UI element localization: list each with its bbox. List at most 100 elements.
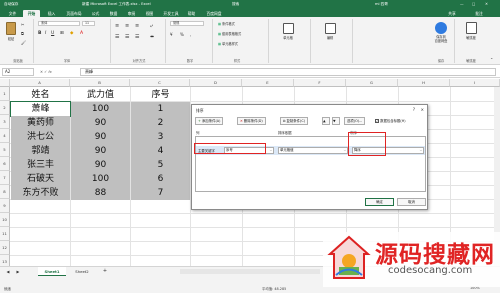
table-row-cell[interactable]: 张三丰 xyxy=(11,158,70,172)
search-label[interactable]: 搜索 xyxy=(232,2,239,7)
copy-level-button[interactable]: ⧉ 复制条件(C) xyxy=(280,117,309,125)
has-headers-checkbox[interactable]: ✓ 数据包含标题(H) xyxy=(375,118,406,123)
header-cell-index[interactable]: 序号 xyxy=(131,88,190,102)
header-cell-power[interactable]: 武力值 xyxy=(71,88,130,102)
sort-on-select[interactable]: 单元格值 ⌵ xyxy=(278,147,348,154)
wrap-text-icon[interactable]: ⤶ xyxy=(150,23,153,29)
tab-baidu[interactable]: 百度网盘 xyxy=(202,10,226,17)
table-row-cell[interactable]: 黄药师 xyxy=(11,116,70,130)
row-header-5[interactable]: 5 xyxy=(0,143,10,157)
add-sheet-button[interactable]: + xyxy=(100,267,110,276)
table-row-cell[interactable]: 4 xyxy=(131,144,190,158)
options-button[interactable]: 选项(O)... xyxy=(344,117,366,125)
cancel-button[interactable]: 取消 xyxy=(397,198,426,206)
formula-input[interactable]: 萧峰 xyxy=(80,68,496,76)
currency-icon[interactable]: ¥ xyxy=(170,32,173,37)
row-header-11[interactable]: 11 xyxy=(0,227,10,241)
prev-sheet-icon[interactable]: ◀ xyxy=(4,267,12,276)
border-icon[interactable]: ⊞ xyxy=(60,31,64,36)
move-up-button[interactable]: ▲ xyxy=(322,117,330,125)
italic-icon[interactable]: I xyxy=(45,31,46,36)
font-color-icon[interactable]: A xyxy=(80,31,83,36)
table-row-cell[interactable]: 7 xyxy=(131,186,190,200)
row-header-1[interactable]: 1 xyxy=(0,87,10,101)
name-box[interactable]: A2 xyxy=(2,68,34,76)
comments-button[interactable]: 批注 xyxy=(470,10,488,17)
column-header-c[interactable]: C xyxy=(130,79,190,87)
table-row-cell[interactable]: 东方不败 xyxy=(11,186,70,200)
fill-color-icon[interactable]: ◆ xyxy=(70,31,73,36)
row-header-3[interactable]: 3 xyxy=(0,115,10,129)
move-down-button[interactable]: ▼ xyxy=(332,117,340,125)
close-icon[interactable]: × xyxy=(421,107,424,112)
header-cell-name[interactable]: 姓名 xyxy=(11,88,70,102)
row-header-2[interactable]: 2 xyxy=(0,101,10,115)
tab-developer[interactable]: 开发工具 xyxy=(160,10,182,17)
table-row-cell[interactable]: 萧峰 xyxy=(10,101,71,117)
tab-home[interactable]: 开始 xyxy=(23,10,40,17)
add-level-button[interactable]: + 添加条件(A) xyxy=(195,117,224,125)
table-format-button[interactable]: ▦ 套用表格格式 xyxy=(218,31,241,36)
close-icon[interactable]: ✕ xyxy=(485,2,488,6)
collapse-ribbon-icon[interactable]: ⌃ xyxy=(490,57,493,62)
row-header-7[interactable]: 7 xyxy=(0,171,10,185)
table-row-cell[interactable]: 6 xyxy=(131,172,190,186)
table-row-cell[interactable]: 100 xyxy=(71,172,130,186)
column-header-g[interactable]: G xyxy=(346,79,398,87)
table-row-cell[interactable]: 洪七公 xyxy=(11,130,70,144)
row-header-9[interactable]: 9 xyxy=(0,199,10,213)
row-header-4[interactable]: 4 xyxy=(0,129,10,143)
restore-icon[interactable]: □ xyxy=(472,2,475,6)
table-row-cell[interactable]: 90 xyxy=(71,116,130,130)
align-left-icon[interactable]: ☰ xyxy=(115,34,119,40)
column-header-f[interactable]: F xyxy=(294,79,346,87)
cut-icon[interactable]: ✂ xyxy=(21,22,24,27)
fx-icon[interactable]: ✕ ✓ fx xyxy=(40,68,76,76)
paste-button[interactable]: 粘贴 xyxy=(3,22,19,41)
table-row-cell[interactable]: 100 xyxy=(71,102,130,116)
column-header-e[interactable]: E xyxy=(242,79,294,87)
table-row-cell[interactable]: 88 xyxy=(71,186,130,200)
help-icon[interactable]: ? xyxy=(413,107,415,112)
column-header-i[interactable]: I xyxy=(450,79,500,87)
select-all-corner[interactable] xyxy=(0,79,10,87)
font-size-select[interactable]: 11 xyxy=(82,21,95,26)
next-sheet-icon[interactable]: ▶ xyxy=(14,267,22,276)
table-row-cell[interactable]: 3 xyxy=(131,130,190,144)
format-painter-icon[interactable]: 🖌 xyxy=(21,40,26,45)
tab-insert[interactable]: 插入 xyxy=(44,10,59,17)
align-right-icon[interactable]: ☰ xyxy=(135,34,139,40)
row-header-6[interactable]: 6 xyxy=(0,157,10,171)
table-row-cell[interactable]: 2 xyxy=(131,116,190,130)
tab-data[interactable]: 数据 xyxy=(106,10,121,17)
sheet-tab-sheet2[interactable]: Sheet2 xyxy=(68,267,96,276)
align-top-icon[interactable]: ≡ xyxy=(115,23,119,29)
tab-view[interactable]: 视图 xyxy=(142,10,157,17)
align-center-icon[interactable]: ☰ xyxy=(125,34,129,40)
delete-level-button[interactable]: ✕ 删除条件(D) xyxy=(237,117,266,125)
ok-button[interactable]: 确定 xyxy=(365,198,394,206)
comma-icon[interactable]: , xyxy=(190,32,191,37)
edit-button[interactable]: 编辑 xyxy=(320,23,340,40)
tab-page-layout[interactable]: 页面布局 xyxy=(62,10,86,17)
column-header-d[interactable]: D xyxy=(190,79,242,87)
percent-icon[interactable]: % xyxy=(180,32,184,37)
underline-icon[interactable]: U xyxy=(51,31,54,36)
column-header-h[interactable]: H xyxy=(398,79,450,87)
tab-formulas[interactable]: 公式 xyxy=(88,10,103,17)
horizontal-scrollbar[interactable] xyxy=(180,269,320,274)
sensitivity-button[interactable]: 敏感度 xyxy=(460,22,482,40)
cell-style-button[interactable]: ▦ 单元格样式 xyxy=(218,41,238,46)
cells-button[interactable]: 单元格 xyxy=(278,23,298,40)
align-middle-icon[interactable]: ≡ xyxy=(125,23,129,29)
bold-icon[interactable]: B xyxy=(38,31,41,36)
sheet-tab-sheet1[interactable]: Sheet1 xyxy=(38,267,66,276)
column-header-a[interactable]: A xyxy=(10,79,70,87)
table-row-cell[interactable]: 石破天 xyxy=(11,172,70,186)
conditional-format-button[interactable]: ▦ 条件格式 xyxy=(218,21,235,26)
tab-review[interactable]: 审阅 xyxy=(124,10,139,17)
table-row-cell[interactable]: 1 xyxy=(131,102,190,116)
table-row-cell[interactable]: 90 xyxy=(71,130,130,144)
tab-help[interactable]: 帮助 xyxy=(184,10,199,17)
row-header-8[interactable]: 8 xyxy=(0,185,10,199)
